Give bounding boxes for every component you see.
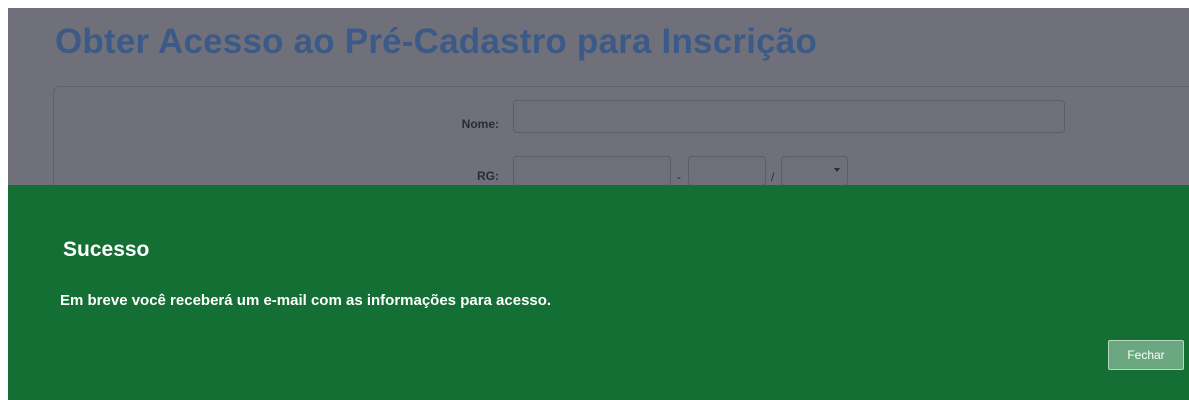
rg-state-select[interactable]	[781, 156, 848, 186]
success-modal: Sucesso Em breve você receberá um e-mail…	[8, 185, 1189, 400]
modal-message: Em breve você receberá um e-mail com as …	[60, 292, 552, 309]
page-title: Obter Acesso ao Pré-Cadastro para Inscri…	[55, 22, 818, 61]
rg-label: RG:	[477, 169, 499, 183]
rg-number-input[interactable]	[513, 156, 671, 186]
close-button[interactable]: Fechar	[1108, 340, 1184, 370]
page-overlay-background: Obter Acesso ao Pré-Cadastro para Inscri…	[8, 8, 1189, 400]
name-input[interactable]	[513, 100, 1065, 133]
modal-title: Sucesso	[63, 238, 150, 261]
rg-digit-input[interactable]	[688, 156, 766, 186]
rg-dash-separator: -	[677, 170, 681, 184]
rg-slash-separator: /	[771, 170, 775, 184]
chevron-down-icon	[834, 168, 840, 172]
name-label: Nome:	[461, 117, 499, 131]
